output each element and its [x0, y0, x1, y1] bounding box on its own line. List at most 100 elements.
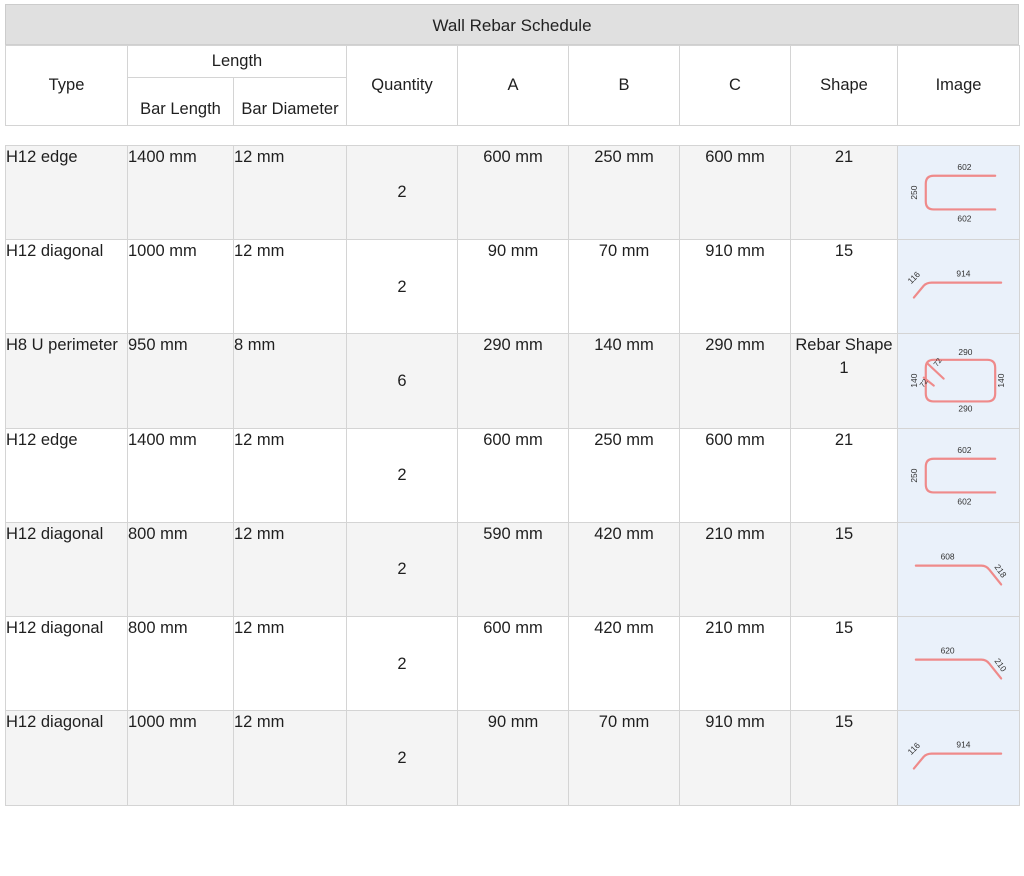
shape-code-cell: 15 — [790, 616, 898, 712]
header-row-top: Type Length Quantity A B C Shape Image — [5, 45, 1020, 126]
svg-text:602: 602 — [957, 213, 971, 223]
table-row[interactable]: H12 edge 1400 mm 12 mm 2 600 mm 250 mm 600 mm 2… — [5, 427, 1020, 523]
rebar-shape-image-cell: 620 210 — [897, 616, 1020, 712]
rebar-shape-image-cell: 116 914 — [897, 710, 1020, 806]
svg-text:140: 140 — [909, 374, 919, 388]
shape-code-cell: 15 — [790, 521, 898, 618]
bar-diameter-cell: 12 mm — [233, 616, 347, 712]
bar-length-cell: 1400 mm — [127, 427, 234, 523]
svg-text:72: 72 — [918, 378, 930, 390]
bar-diameter-cell: 12 mm — [233, 710, 347, 806]
schedule-title: Wall Rebar Schedule — [5, 4, 1019, 45]
header-body-gap — [5, 126, 1019, 145]
rebar-shape-image-cell: 602 250 602 — [897, 427, 1020, 523]
svg-text:72: 72 — [932, 357, 944, 369]
table-row[interactable]: H8 U perimeter 950 mm 8 mm 6 290 mm 140 mm 290… — [5, 333, 1020, 429]
bar-length-cell: 1000 mm — [127, 710, 234, 806]
bar-diameter-cell: 8 mm — [233, 333, 347, 429]
rebar-shape-diagram: 602 250 602 — [898, 146, 1019, 240]
rebar-type-cell: H8 U perimeter — [5, 333, 128, 429]
table-row[interactable]: H12 diagonal 800 mm 12 mm 2 600 mm 420 mm 210 … — [5, 616, 1020, 712]
dimension-a-cell: 290 mm — [457, 333, 569, 429]
rebar-type-cell: H12 edge — [5, 144, 128, 241]
bar-length-cell: 950 mm — [127, 333, 234, 429]
svg-text:116: 116 — [905, 740, 922, 757]
rebar-shape-diagram: 602 250 602 — [898, 428, 1019, 522]
column-header-image[interactable]: Image — [897, 45, 1020, 126]
shape-code-cell: 15 — [790, 710, 898, 806]
table-row[interactable]: H12 edge 1400 mm 12 mm 2 600 mm 250 mm 600 mm 2… — [5, 144, 1020, 241]
dimension-c-cell: 600 mm — [679, 144, 791, 241]
dimension-a-cell: 90 mm — [457, 710, 569, 806]
shape-code-cell: 15 — [790, 239, 898, 335]
svg-text:250: 250 — [909, 185, 919, 199]
svg-text:914: 914 — [956, 269, 970, 279]
column-header-bar-length[interactable]: Bar Length — [127, 77, 234, 126]
svg-text:602: 602 — [957, 162, 971, 172]
rebar-shape-diagram: 290 290 140 140 72 72 — [898, 334, 1019, 428]
rebar-type-cell: H12 diagonal — [5, 710, 128, 806]
column-header-c[interactable]: C — [679, 45, 791, 126]
rebar-shape-diagram: 116 914 — [898, 711, 1019, 805]
column-header-bar-diameter[interactable]: Bar Diameter — [233, 77, 347, 126]
shape-code-cell: 21 — [790, 427, 898, 523]
svg-text:140: 140 — [996, 374, 1006, 388]
quantity-cell: 2 — [346, 144, 458, 241]
schedule-body-table: H12 edge 1400 mm 12 mm 2 600 mm 250 mm 600 mm 2… — [5, 144, 1020, 806]
bar-diameter-cell: 12 mm — [233, 427, 347, 523]
column-header-shape[interactable]: Shape — [790, 45, 898, 126]
dimension-c-cell: 910 mm — [679, 710, 791, 806]
dimension-c-cell: 290 mm — [679, 333, 791, 429]
bar-diameter-cell: 12 mm — [233, 521, 347, 618]
quantity-cell: 2 — [346, 616, 458, 712]
bar-diameter-cell: 12 mm — [233, 144, 347, 241]
rebar-shape-image-cell: 602 250 602 — [897, 144, 1020, 241]
svg-text:602: 602 — [957, 444, 971, 454]
rebar-type-cell: H12 diagonal — [5, 239, 128, 335]
bar-length-cell: 800 mm — [127, 521, 234, 618]
dimension-a-cell: 600 mm — [457, 144, 569, 241]
svg-text:602: 602 — [957, 496, 971, 506]
rebar-shape-diagram: 608 218 — [898, 522, 1019, 617]
shape-code-cell: Rebar Shape 1 — [790, 333, 898, 429]
rebar-type-cell: H12 diagonal — [5, 616, 128, 712]
dimension-c-cell: 210 mm — [679, 521, 791, 618]
bar-diameter-cell: 12 mm — [233, 239, 347, 335]
quantity-cell: 6 — [346, 333, 458, 429]
dimension-b-cell: 70 mm — [568, 710, 680, 806]
column-header-b[interactable]: B — [568, 45, 680, 126]
rebar-shape-image-cell: 608 218 — [897, 521, 1020, 618]
schedule-header-table: Type Length Quantity A B C Shape Image B… — [5, 45, 1020, 126]
quantity-cell: 2 — [346, 427, 458, 523]
dimension-b-cell: 140 mm — [568, 333, 680, 429]
dimension-a-cell: 590 mm — [457, 521, 569, 618]
table-row[interactable]: H12 diagonal 1000 mm 12 mm 2 90 mm 70 mm 910 m… — [5, 710, 1020, 806]
rebar-type-cell: H12 edge — [5, 427, 128, 523]
table-row[interactable]: H12 diagonal 1000 mm 12 mm 2 90 mm 70 mm 910 m… — [5, 239, 1020, 335]
quantity-cell: 2 — [346, 239, 458, 335]
column-header-a[interactable]: A — [457, 45, 569, 126]
rebar-shape-image-cell: 290 290 140 140 72 72 — [897, 333, 1020, 429]
dimension-c-cell: 910 mm — [679, 239, 791, 335]
svg-text:290: 290 — [958, 347, 972, 357]
rebar-shape-image-cell: 116 914 — [897, 239, 1020, 335]
rebar-shape-diagram: 620 210 — [898, 617, 1019, 711]
dimension-b-cell: 420 mm — [568, 521, 680, 618]
svg-text:914: 914 — [956, 740, 970, 750]
svg-text:290: 290 — [958, 404, 972, 414]
dimension-b-cell: 70 mm — [568, 239, 680, 335]
bar-length-cell: 1400 mm — [127, 144, 234, 241]
column-header-quantity[interactable]: Quantity — [346, 45, 458, 126]
quantity-cell: 2 — [346, 521, 458, 618]
bar-length-cell: 800 mm — [127, 616, 234, 712]
dimension-b-cell: 250 mm — [568, 427, 680, 523]
rebar-shape-diagram: 116 914 — [898, 240, 1019, 334]
column-header-type[interactable]: Type — [5, 45, 128, 126]
svg-text:116: 116 — [905, 269, 922, 286]
svg-text:620: 620 — [941, 646, 955, 656]
column-header-length-group[interactable]: Length — [127, 45, 347, 78]
table-row[interactable]: H12 diagonal 800 mm 12 mm 2 590 mm 420 mm 210 … — [5, 521, 1020, 618]
dimension-a-cell: 600 mm — [457, 427, 569, 523]
dimension-c-cell: 210 mm — [679, 616, 791, 712]
quantity-cell: 2 — [346, 710, 458, 806]
